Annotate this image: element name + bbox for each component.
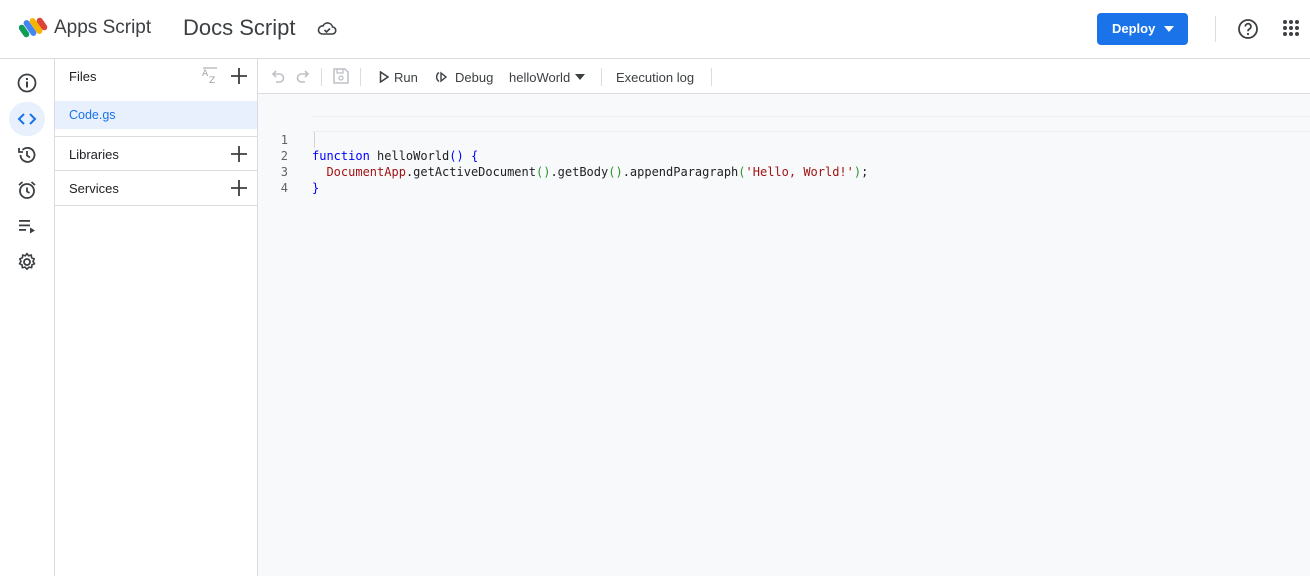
rail-editor-button[interactable]: [9, 102, 45, 136]
editor-toolbar: Run Debug helloWorld Execution log: [258, 59, 1310, 94]
code-text: }: [312, 181, 320, 195]
executions-icon: [19, 220, 35, 234]
debug-icon: [435, 71, 448, 83]
add-file-icon[interactable]: [230, 67, 248, 85]
sort-az-icon[interactable]: A Z: [201, 67, 221, 85]
cloud-saved-icon: [317, 22, 337, 35]
header-divider: [1215, 16, 1216, 42]
run-button[interactable]: Run: [379, 68, 418, 86]
alarm-icon: [18, 181, 36, 199]
code-line-3[interactable]: 3 }: [258, 148, 1310, 195]
play-icon: [379, 71, 389, 83]
execution-log-button[interactable]: Execution log: [616, 68, 694, 86]
gear-icon: [18, 252, 36, 270]
toolbar-divider: [601, 68, 602, 86]
line-number: 4: [280, 181, 288, 195]
left-nav-rail: [0, 59, 55, 576]
rail-settings-button[interactable]: [9, 245, 45, 279]
toolbar-divider: [711, 68, 712, 86]
run-label: Run: [394, 69, 418, 85]
toolbar-divider: [321, 68, 322, 86]
add-service-icon[interactable]: [230, 179, 248, 197]
function-select[interactable]: helloWorld: [509, 68, 586, 86]
svg-text:Z: Z: [209, 76, 215, 85]
deploy-label: Deploy: [1112, 21, 1156, 36]
caret-down-icon: [575, 74, 586, 80]
apps-script-logo-icon[interactable]: [19, 15, 49, 41]
debug-button[interactable]: Debug: [435, 68, 493, 86]
code-line-1[interactable]: 1 function helloWorld() {: [258, 116, 1310, 163]
code-icon: [17, 113, 37, 125]
debug-label: Debug: [455, 69, 494, 85]
redo-icon[interactable]: [295, 68, 311, 84]
function-select-value: helloWorld: [509, 69, 571, 85]
files-panel: Files A Z Code.gs Libraries Services: [55, 59, 258, 576]
rail-overview-button[interactable]: [9, 66, 45, 100]
code-line-4[interactable]: 4: [258, 164, 1310, 195]
services-label: Services: [69, 181, 119, 196]
undo-icon[interactable]: [270, 68, 286, 84]
deploy-button[interactable]: Deploy: [1097, 13, 1188, 45]
services-row: Services: [55, 171, 257, 206]
svg-text:A: A: [202, 69, 209, 79]
execution-log-label: Execution log: [616, 69, 695, 85]
caret-down-icon[interactable]: [1164, 26, 1174, 32]
history-icon: [18, 147, 36, 163]
save-icon[interactable]: [332, 67, 350, 85]
toolbar-divider: [360, 68, 361, 86]
rail-executions-button[interactable]: [9, 209, 45, 243]
libraries-row: Libraries: [55, 136, 257, 171]
app-header: Apps Script Docs Script Deploy: [0, 0, 1310, 59]
rail-triggers-button[interactable]: [9, 173, 45, 207]
code-line-2[interactable]: 2 DocumentApp.getActiveDocument().getBod…: [258, 132, 1310, 179]
project-title[interactable]: Docs Script: [183, 15, 295, 41]
file-item-code-gs[interactable]: Code.gs: [55, 101, 257, 129]
apps-grid-icon[interactable]: [1282, 19, 1300, 37]
help-icon[interactable]: [1237, 18, 1259, 40]
file-name: Code.gs: [69, 108, 116, 122]
rail-history-button[interactable]: [9, 138, 45, 172]
info-icon: [17, 73, 37, 93]
app-name[interactable]: Apps Script: [54, 17, 151, 39]
code-editor[interactable]: 1 function helloWorld() { 2 DocumentApp.…: [258, 94, 1310, 576]
libraries-label: Libraries: [69, 147, 119, 162]
add-library-icon[interactable]: [230, 145, 248, 163]
files-header: Files A Z: [55, 59, 257, 94]
files-label: Files: [69, 69, 97, 84]
